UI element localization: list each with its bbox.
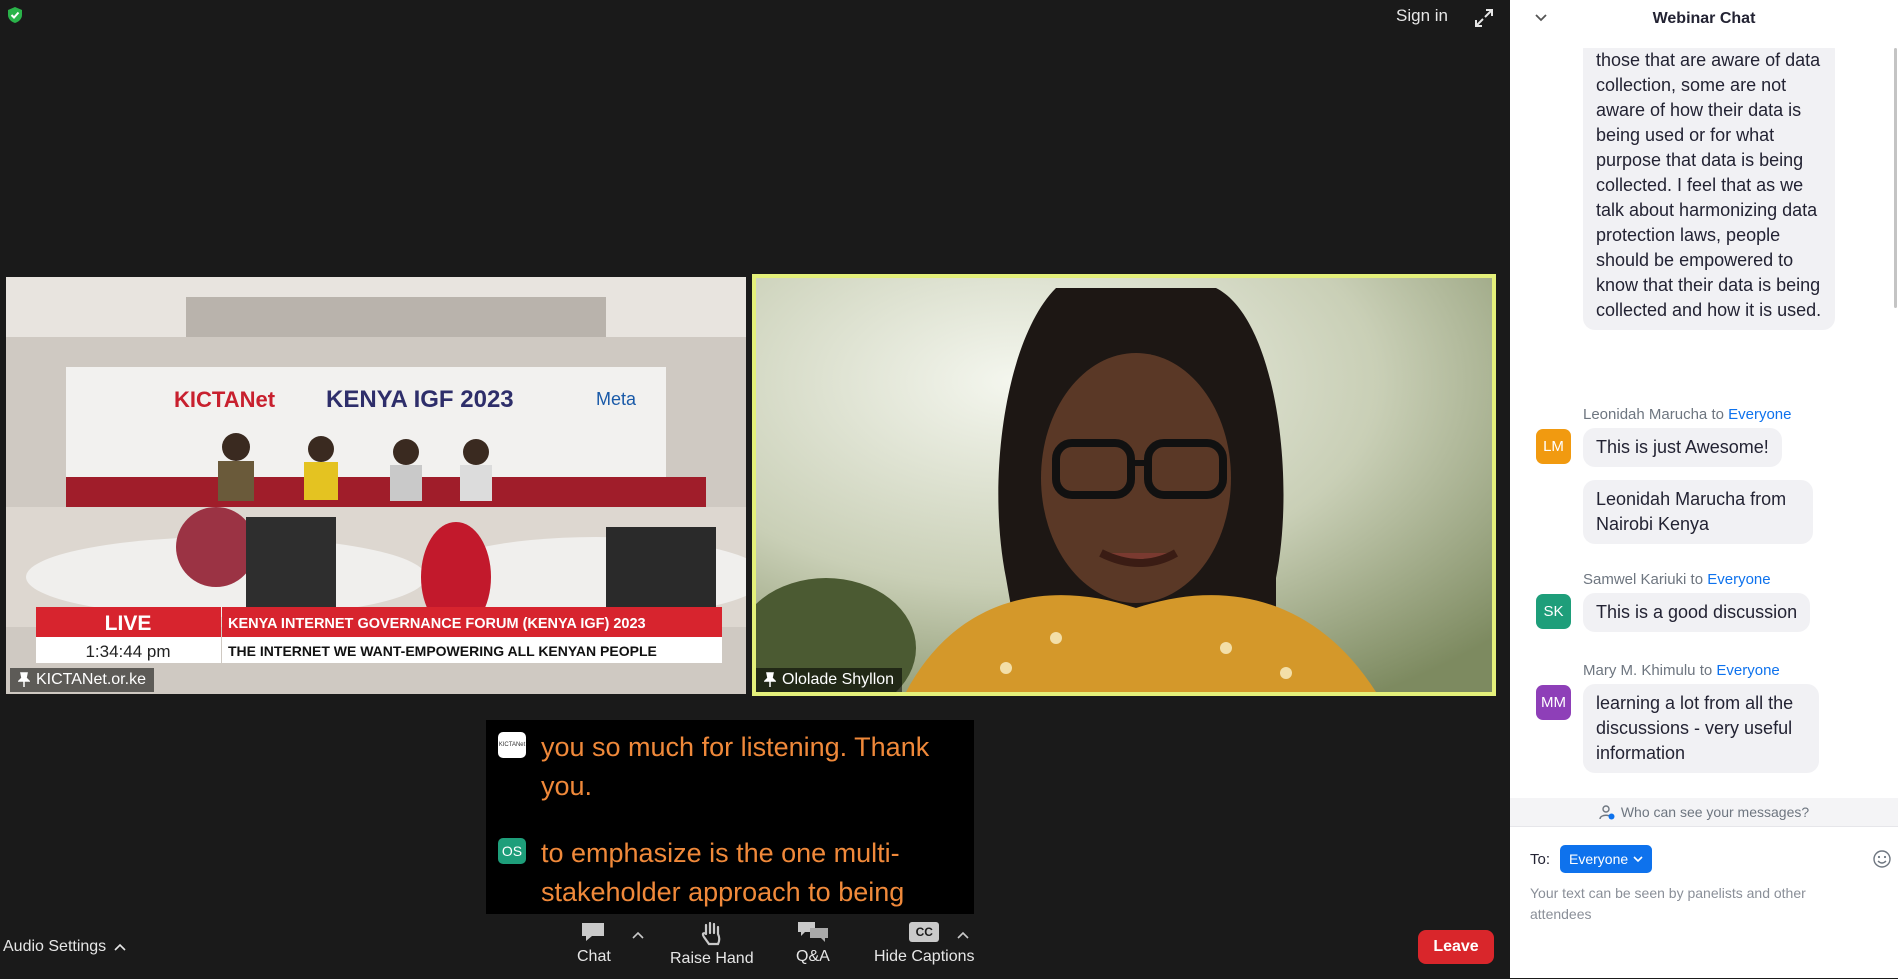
- raise-hand-icon: [701, 921, 721, 946]
- chat-sender-line: Leonidah Marucha to Everyone: [1583, 406, 1792, 423]
- meeting-area: Sign in KICTANet KENYA IGF 2023 Meta LIV…: [0, 0, 1510, 978]
- qa-button[interactable]: Q&A: [796, 920, 830, 966]
- caret-up-icon[interactable]: [956, 930, 970, 940]
- message-input[interactable]: Your text can be seen by panelists and o…: [1530, 883, 1870, 925]
- caption-text: to emphasize is the one multi-stakeholde…: [541, 838, 905, 907]
- chat-message-bubble: This is just Awesome!: [1583, 428, 1782, 467]
- ticker-headline: KENYA INTERNET GOVERNANCE FORUM (KENYA I…: [228, 616, 646, 632]
- stage-sponsor: Meta: [596, 389, 637, 409]
- pin-icon: [18, 672, 30, 687]
- sender-to: to: [1690, 571, 1704, 588]
- pin-icon: [764, 672, 776, 687]
- chat-message-bubble: Leonidah Marucha from Nairobi Kenya: [1583, 480, 1813, 544]
- audio-settings-label: Audio Settings: [3, 938, 107, 955]
- who-can-see-label: Who can see your messages?: [1620, 804, 1810, 820]
- recipient-value: Everyone: [1569, 851, 1629, 867]
- chat-message-bubble: This is a good discussion: [1583, 593, 1811, 632]
- sender-name: Mary M. Khimulu: [1583, 662, 1696, 679]
- participant-name-label: Ololade Shyllon: [756, 668, 903, 692]
- who-can-see-link[interactable]: Who can see your messages?: [1510, 798, 1898, 826]
- emoji-icon[interactable]: [1872, 849, 1892, 869]
- qa-icon: [797, 922, 828, 942]
- sender-name: Leonidah Marucha: [1583, 406, 1708, 423]
- stage-banner-title: KENYA IGF 2023: [326, 386, 514, 413]
- chat-message-bubble: those that are aware of data collection,…: [1583, 48, 1835, 330]
- recipient-link[interactable]: Everyone: [1716, 662, 1779, 679]
- chat-button[interactable]: Chat: [577, 920, 611, 966]
- leave-button[interactable]: Leave: [1418, 930, 1494, 964]
- participant-name: Ololade Shyllon: [782, 671, 895, 688]
- live-badge: LIVE: [105, 612, 152, 635]
- hide-captions-button[interactable]: CC Hide Captions: [874, 920, 975, 966]
- caption-avatar: OS: [498, 838, 526, 864]
- stage-logo: KICTANet: [174, 387, 276, 412]
- recipient-dropdown[interactable]: Everyone: [1560, 845, 1653, 873]
- video-tile-ololade-shyllon[interactable]: Ololade Shyllon: [752, 274, 1496, 696]
- hide-captions-label: Hide Captions: [874, 948, 975, 965]
- caption-avatar: KICTANet: [498, 732, 526, 758]
- audio-settings-button[interactable]: Audio Settings: [3, 938, 126, 956]
- recipient-link[interactable]: Everyone: [1707, 571, 1770, 588]
- sender-name: Samwel Kariuki: [1583, 571, 1687, 588]
- chat-icon: [581, 923, 604, 941]
- sender-to: to: [1711, 406, 1724, 423]
- caption-text: you so much for listening. Thank you.: [541, 732, 930, 801]
- video-tile-kictanet[interactable]: KICTANet KENYA IGF 2023 Meta LIVE 1:34:4…: [6, 277, 746, 694]
- avatar: LM: [1536, 429, 1571, 464]
- ticker-time: 1:34:44 pm: [85, 642, 170, 661]
- chat-compose-area: To: Everyone Your text can be seen by pa…: [1510, 826, 1898, 979]
- avatar: MM: [1536, 685, 1571, 720]
- caret-up-icon[interactable]: [631, 930, 645, 940]
- ticker-subtitle: THE INTERNET WE WANT-EMPOWERING ALL KENY…: [228, 643, 657, 659]
- raise-hand-label: Raise Hand: [670, 950, 754, 967]
- webinar-chat-panel: Webinar Chat those that are aware of dat…: [1510, 0, 1898, 978]
- sender-to: to: [1699, 662, 1713, 679]
- recipient-link[interactable]: Everyone: [1728, 406, 1791, 423]
- chat-label: Chat: [577, 948, 611, 965]
- to-label: To:: [1530, 851, 1551, 868]
- chat-title: Webinar Chat: [1652, 10, 1756, 27]
- conference-stage-video: KICTANet KENYA IGF 2023 Meta LIVE 1:34:4…: [6, 277, 746, 694]
- chat-message-list[interactable]: those that are aware of data collection,…: [1510, 48, 1898, 798]
- speaker-video: [756, 278, 1492, 692]
- cc-icon-label: CC: [915, 925, 933, 939]
- avatar: SK: [1536, 594, 1571, 629]
- security-shield-icon[interactable]: [6, 6, 24, 24]
- expand-icon[interactable]: [1472, 6, 1496, 30]
- raise-hand-button[interactable]: Raise Hand: [670, 920, 754, 968]
- chat-header: Webinar Chat: [1510, 0, 1898, 48]
- caret-up-icon: [114, 943, 126, 951]
- cc-icon: CC: [909, 922, 940, 942]
- qa-label: Q&A: [796, 948, 830, 965]
- chat-message-bubble: learning a lot from all the discussions …: [1583, 684, 1819, 773]
- live-captions-panel: KICTANet you so much for listening. Than…: [486, 720, 974, 914]
- chevron-down-icon: [1633, 855, 1643, 862]
- chat-sender-line: Samwel Kariuki to Everyone: [1583, 571, 1771, 588]
- participant-name: KICTANet.or.ke: [36, 671, 146, 688]
- chat-sender-line: Mary M. Khimulu to Everyone: [1583, 662, 1780, 679]
- chat-scrollbar[interactable]: [1894, 48, 1897, 308]
- user-info-icon: [1599, 805, 1615, 820]
- participant-name-label: KICTANet.or.ke: [10, 668, 154, 692]
- sign-in-link[interactable]: Sign in: [1392, 6, 1452, 26]
